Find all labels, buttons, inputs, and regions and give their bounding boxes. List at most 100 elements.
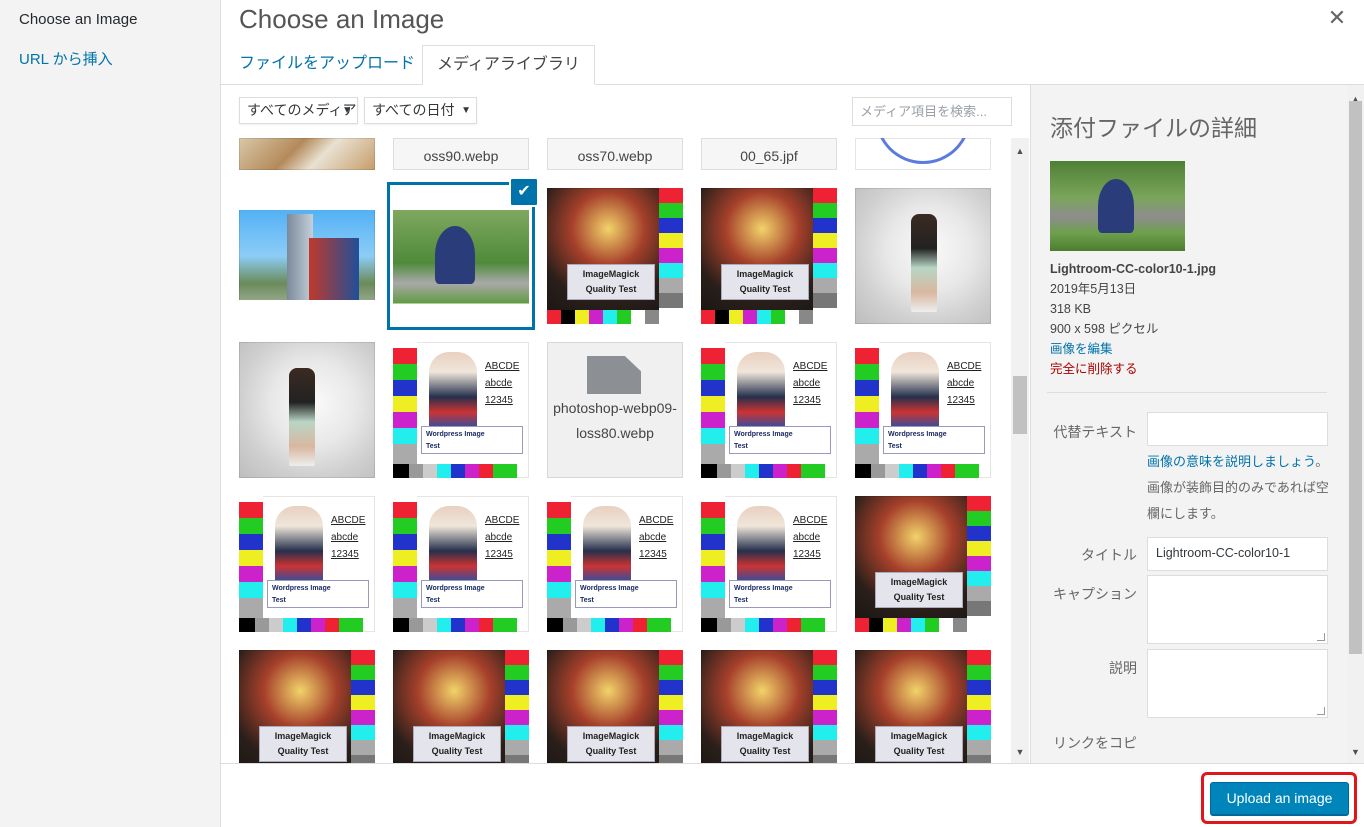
thumbnail-label-line: ImageMagick: [428, 731, 486, 741]
attachment-thumbnail[interactable]: ABCDE abcde 12345 Wordpress Image Test: [701, 496, 837, 632]
attachment-thumbnail[interactable]: [855, 188, 991, 324]
scroll-down-icon[interactable]: ▼: [1011, 743, 1029, 761]
thumbnail-text-line: abcde: [485, 378, 513, 389]
attachment-filename: Lightroom-CC-color10-1.jpg: [1050, 262, 1216, 276]
color-bars: [701, 618, 825, 632]
attachment-thumbnail[interactable]: ImageMagick Quality Test: [855, 496, 991, 632]
attachment-thumbnail[interactable]: ImageMagick Quality Test: [701, 650, 837, 763]
attachment-file[interactable]: oss90.webp: [393, 138, 529, 170]
copy-link-label: リンクをコピー: [1053, 735, 1137, 763]
menu-item-insert-from-url[interactable]: URL から挿入: [19, 48, 113, 69]
attachment-thumbnail[interactable]: [239, 138, 375, 170]
thumbnail-label: ImageMagick Quality Test: [413, 726, 501, 762]
attachment-details-title: 添付ファイルの詳細: [1050, 115, 1257, 141]
attachment-thumbnail[interactable]: ImageMagick Quality Test: [393, 650, 529, 763]
scrollbar-thumb[interactable]: [1349, 101, 1362, 654]
thumbnail-label-line: Quality Test: [277, 746, 329, 756]
color-bars: [855, 618, 967, 632]
thumbnail-label-line: ImageMagick: [274, 731, 332, 741]
attachment-thumbnail[interactable]: ABCDE abcde 12345 Wordpress Image Test: [393, 496, 529, 632]
attachment-thumbnail[interactable]: ABCDE abcde 12345 Wordpress Image Test: [547, 496, 683, 632]
attachment-thumbnail[interactable]: ABCDE abcde 12345 Wordpress Image Test: [239, 496, 375, 632]
alt-text-field[interactable]: [1147, 412, 1328, 446]
attachment-thumbnail[interactable]: [855, 138, 991, 170]
attachment-thumbnail[interactable]: ABCDE abcde 12345 Wordpress Image Test: [855, 342, 991, 478]
tab-media-library[interactable]: メディアライブラリ: [422, 45, 595, 85]
color-bars: [351, 650, 375, 763]
upload-image-button[interactable]: Upload an image: [1210, 782, 1349, 815]
thumbnail-label-line: Quality Test: [893, 746, 945, 756]
date-filter[interactable]: すべての日付 ▼: [364, 97, 477, 124]
attachment-file[interactable]: photoshop-webp09-loss80.webp: [547, 342, 683, 478]
resize-handle-icon[interactable]: [1317, 707, 1325, 715]
color-bars: [239, 618, 363, 632]
circle-graphic: [875, 138, 971, 164]
attachment-thumbnail[interactable]: ImageMagick Quality Test: [701, 188, 837, 324]
thumbnail-label-line: ImageMagick: [736, 269, 794, 279]
attachment-thumbnail[interactable]: [239, 188, 375, 324]
thumbnail-label: Wordpress Image Test: [421, 580, 523, 608]
details-scrollbar[interactable]: ▲ ▼: [1347, 85, 1364, 763]
color-bars: [547, 618, 671, 632]
thumbnail-text-line: ABCDE: [485, 361, 520, 372]
divider: [1047, 392, 1327, 393]
scroll-down-icon[interactable]: ▼: [1347, 744, 1364, 761]
attachments-scrollbar[interactable]: ▲ ▼: [1011, 138, 1029, 763]
attachment-thumbnail-selected[interactable]: [393, 188, 529, 324]
thumbnail-label-line: ImageMagick: [890, 731, 948, 741]
media-search-input[interactable]: [852, 97, 1012, 126]
thumbnail-text-line: 12345: [947, 395, 975, 406]
delete-permanently-link[interactable]: 完全に削除する: [1050, 359, 1216, 379]
alt-text-help-link[interactable]: 画像の意味を説明しましょう: [1147, 454, 1315, 469]
menu-item-choose-image[interactable]: Choose an Image: [19, 11, 137, 28]
attachment-thumbnail[interactable]: ABCDE abcde 12345 Wordpress Image Test: [393, 342, 529, 478]
date-filter-value: すべての日付: [372, 102, 455, 118]
attachment-date: 2019年5月13日: [1050, 282, 1137, 296]
title-field[interactable]: Lightroom-CC-color10-1: [1147, 537, 1328, 571]
scrollbar-thumb[interactable]: [1013, 376, 1027, 434]
close-icon[interactable]: ✕: [1323, 4, 1351, 32]
attachment-file[interactable]: oss70.webp: [547, 138, 683, 170]
thumbnail-label-line: ImageMagick: [582, 731, 640, 741]
color-bars: [393, 464, 517, 478]
thumbnail-label-line: Wordpress Image: [734, 431, 793, 438]
thumbnail-label: Wordpress Image Test: [729, 580, 831, 608]
thumbnail-text-line: abcde: [331, 532, 359, 543]
color-bars: [701, 496, 725, 618]
resize-handle-icon[interactable]: [1317, 633, 1325, 641]
attachment-size: 318 KB: [1050, 302, 1092, 316]
media-frame-toolbar: [221, 763, 1364, 827]
attachment-thumbnail[interactable]: ImageMagick Quality Test: [239, 650, 375, 763]
thumbnail-label-line: Quality Test: [739, 284, 791, 294]
attachment-thumbnail[interactable]: ABCDE abcde 12345 Wordpress Image Test: [701, 342, 837, 478]
attachment-thumbnail[interactable]: [239, 342, 375, 478]
thumbnail-label-line: Test: [272, 597, 286, 604]
frame-title: Choose an Image: [239, 4, 445, 34]
media-type-filter[interactable]: すべてのメディア ▼: [239, 97, 358, 124]
thumbnail-label-line: Test: [580, 597, 594, 604]
color-bars: [659, 650, 683, 763]
edit-image-link[interactable]: 画像を編集: [1050, 339, 1216, 359]
attachment-thumbnail[interactable]: ImageMagick Quality Test: [547, 650, 683, 763]
caption-field[interactable]: [1147, 575, 1328, 644]
color-bars: [967, 650, 991, 763]
attachment-file[interactable]: 00_65.jpf: [701, 138, 837, 170]
thumbnail-label-line: ImageMagick: [890, 577, 948, 587]
image-border: [239, 188, 375, 210]
attachment-info: Lightroom-CC-color10-1.jpg 2019年5月13日 31…: [1050, 259, 1216, 379]
attachment-thumbnail[interactable]: ImageMagick Quality Test: [855, 650, 991, 763]
attachment-thumbnail[interactable]: ImageMagick Quality Test: [547, 188, 683, 324]
thumbnail-label-line: Quality Test: [585, 746, 637, 756]
thumbnail-label-line: Wordpress Image: [580, 585, 639, 592]
scroll-up-icon[interactable]: ▲: [1011, 142, 1029, 160]
description-field[interactable]: [1147, 649, 1328, 718]
tab-upload-files[interactable]: ファイルをアップロード: [225, 45, 429, 85]
selected-check-icon[interactable]: ✔: [510, 178, 538, 206]
color-bars: [701, 310, 813, 324]
color-bars: [547, 496, 571, 618]
description-label: 説明: [1109, 660, 1137, 676]
thumbnail-text: ABCDE abcde 12345: [485, 358, 519, 409]
attachment-filename: 00_65.jpf: [740, 148, 798, 164]
thumbnail-label: Wordpress Image Test: [421, 426, 523, 454]
thumbnail-text-line: 12345: [485, 549, 513, 560]
